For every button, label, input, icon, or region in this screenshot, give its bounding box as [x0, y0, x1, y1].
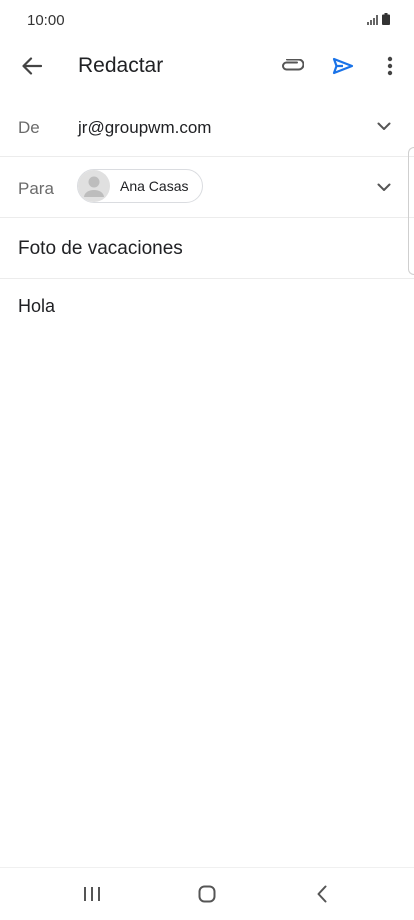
battery-icon	[382, 13, 390, 25]
page-title: Redactar	[78, 54, 164, 77]
recent-apps-icon	[84, 887, 100, 901]
subject-input[interactable]: Foto de vacaciones	[18, 238, 183, 260]
from-expand-button[interactable]	[370, 114, 398, 138]
send-icon	[332, 57, 354, 75]
back-chevron-icon	[317, 885, 327, 903]
signal-icon	[367, 15, 378, 25]
send-button[interactable]	[325, 48, 361, 84]
recent-apps-button[interactable]	[72, 878, 112, 910]
edge-panel-handle[interactable]	[408, 147, 414, 275]
app-bar	[0, 42, 414, 94]
navigation-bar	[0, 867, 414, 920]
chevron-down-icon	[377, 122, 391, 130]
back-button[interactable]	[14, 48, 50, 84]
from-row[interactable]: De jr@groupwm.com	[0, 96, 414, 157]
home-button[interactable]	[187, 878, 227, 910]
to-expand-button[interactable]	[370, 175, 398, 199]
recipient-chip[interactable]: Ana Casas	[77, 169, 203, 203]
status-bar: 10:00	[0, 0, 414, 42]
body-input[interactable]: Hola	[18, 296, 55, 317]
paperclip-icon	[282, 59, 304, 71]
avatar	[78, 170, 110, 202]
chevron-down-icon	[377, 183, 391, 191]
attach-button[interactable]	[274, 48, 310, 84]
person-icon	[84, 176, 104, 197]
system-back-button[interactable]	[302, 878, 342, 910]
to-label: Para	[18, 179, 54, 198]
home-icon	[198, 885, 216, 903]
subject-row[interactable]: Foto de vacaciones	[0, 218, 414, 279]
arrow-left-icon	[22, 57, 42, 75]
more-options-button[interactable]	[378, 48, 402, 84]
from-label: De	[18, 118, 40, 137]
recipient-name: Ana Casas	[120, 178, 189, 194]
from-value: jr@groupwm.com	[78, 118, 212, 137]
status-icons	[367, 13, 390, 25]
more-vert-icon	[387, 56, 393, 76]
to-row[interactable]: Para Ana Casas	[0, 157, 414, 218]
status-time: 10:00	[27, 12, 65, 29]
